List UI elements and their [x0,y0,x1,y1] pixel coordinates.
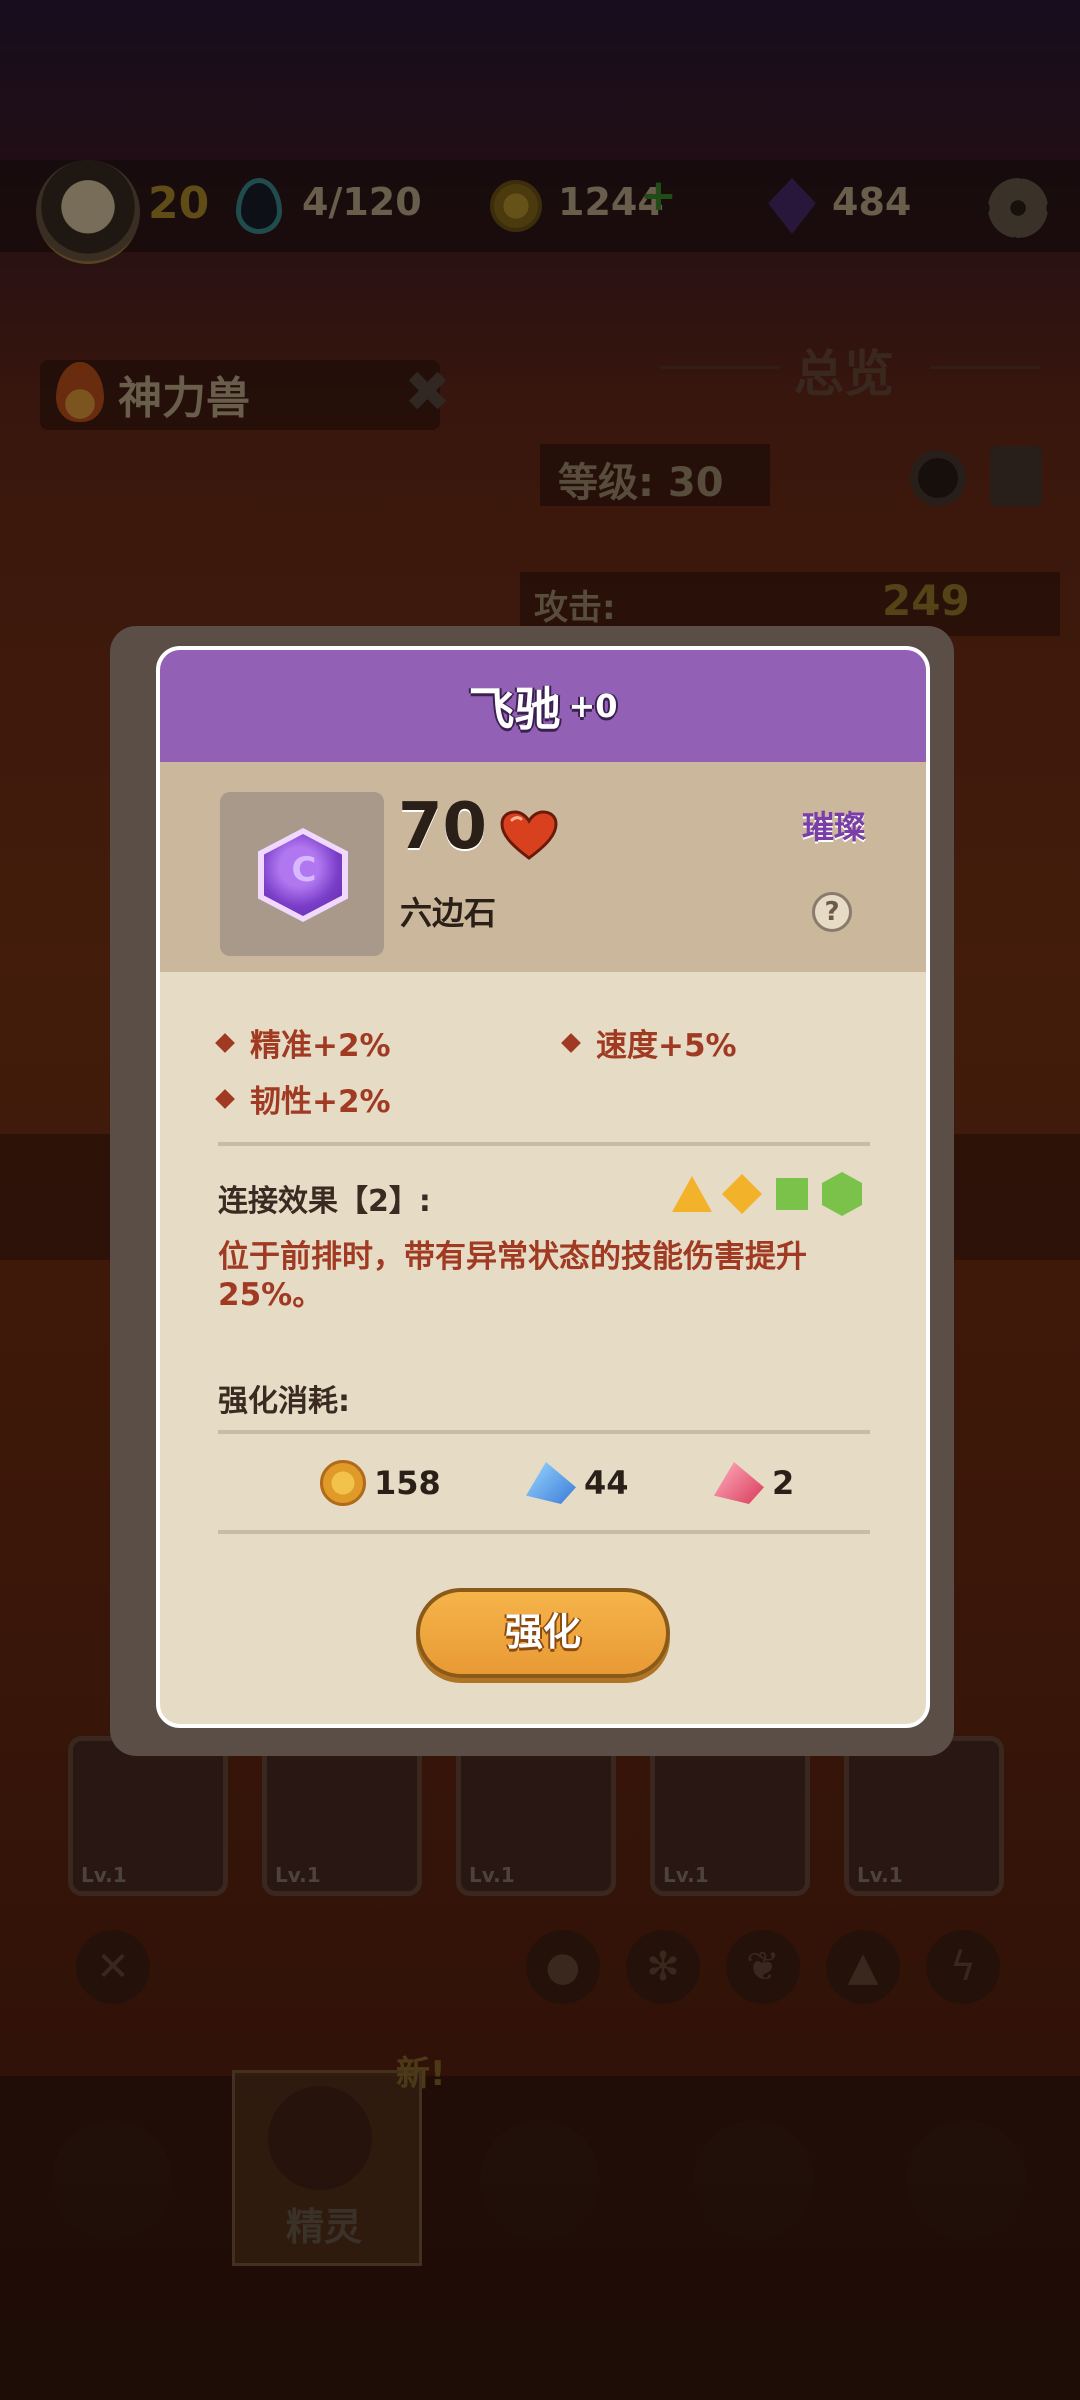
link-effect-text: 位于前排时，带有异常状态的技能伤害提升25%。 [218,1239,807,1313]
cost-label: 强化消耗: [218,1384,350,1419]
square-slot-icon [776,1178,808,1210]
enhance-level: +0 [568,687,618,725]
stat-text: 韧性+2% [250,1084,391,1120]
divider [218,1530,870,1534]
heart-icon [500,810,558,860]
link-effect-label: 连接效果【2】: [218,1184,431,1219]
stat-text: 速度+5% [596,1028,737,1064]
stat-accuracy: 精准+2% [215,1020,391,1065]
divider [218,1430,870,1434]
bullet-diamond-icon [215,1032,235,1053]
stat-text: 精准+2% [250,1028,391,1064]
gem-detail-modal: 飞驰 +0 C 70 六边石 璀璨 ? 精准+2% 速度+5% 韧性+2% 连接… [156,646,930,1728]
rarity-label: 璀璨 [802,808,867,846]
help-icon[interactable]: ? [812,892,852,932]
divider [218,1142,870,1146]
gem-value: 70 [398,790,488,864]
upgrade-button[interactable]: 强化 [416,1588,670,1678]
coin-cost-icon [320,1460,366,1506]
diamond-slot-icon [722,1174,762,1214]
modal-title: 飞驰 [468,682,561,736]
red-crystal-icon [714,1462,764,1504]
blue-crystal-icon [526,1462,576,1504]
modal-header: 飞驰 +0 [160,650,926,762]
gem-type: 六边石 [400,894,497,932]
hexagon-slot-icon [822,1172,862,1216]
blue-crystal-cost: 44 [584,1464,629,1502]
bullet-diamond-icon [561,1032,581,1053]
coin-cost: 158 [374,1464,441,1502]
stat-toughness: 韧性+2% [215,1076,391,1121]
gem-grade-letter: C [291,850,317,890]
red-crystal-cost: 2 [772,1464,795,1502]
bullet-diamond-icon [215,1088,235,1109]
triangle-slot-icon [672,1176,712,1212]
stat-speed: 速度+5% [561,1020,737,1065]
